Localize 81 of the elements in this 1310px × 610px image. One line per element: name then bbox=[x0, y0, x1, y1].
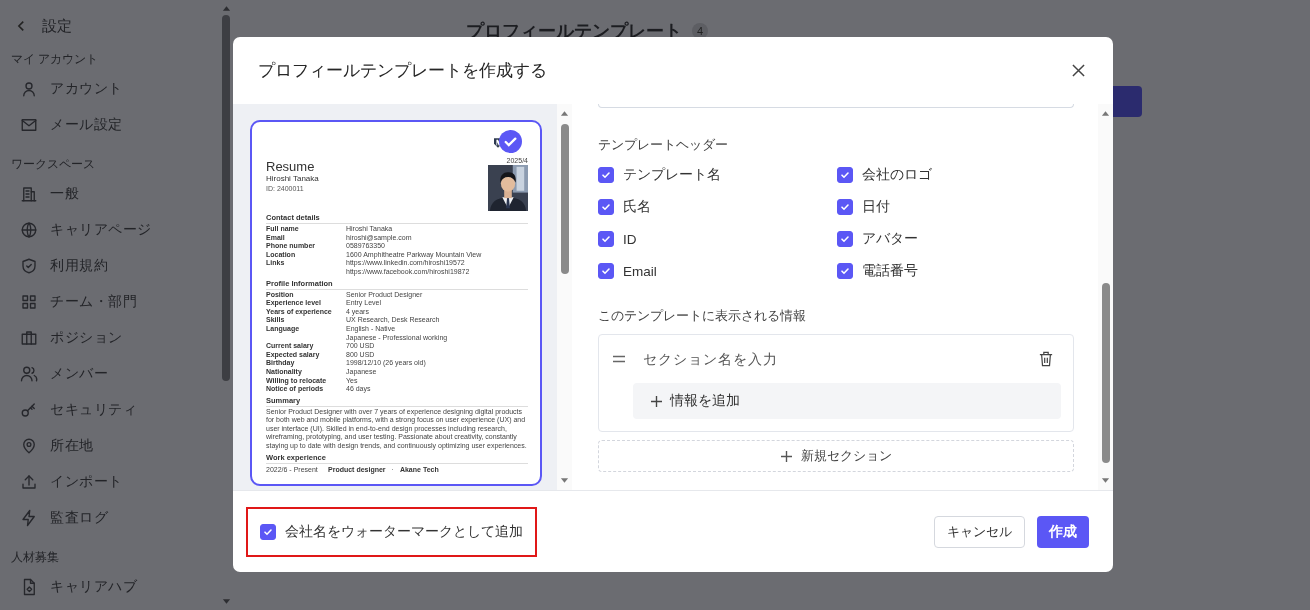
section-name-field[interactable]: セクション名を入力 bbox=[643, 351, 1021, 367]
sidebar-item[interactable]: チーム・部門 bbox=[0, 284, 232, 320]
checkbox[interactable] bbox=[837, 263, 853, 279]
checkbox[interactable] bbox=[598, 263, 614, 279]
checkbox-option[interactable]: 電話番号 bbox=[837, 262, 1074, 280]
sidebar-section-title: マイ アカウント bbox=[10, 51, 100, 68]
check-icon bbox=[600, 169, 612, 181]
key-icon bbox=[20, 401, 38, 419]
scrollbar-thumb[interactable] bbox=[561, 124, 569, 274]
briefcase-icon bbox=[20, 329, 38, 347]
checkbox-option[interactable]: Email bbox=[598, 262, 837, 280]
building-icon bbox=[20, 185, 38, 203]
upload-icon bbox=[20, 473, 38, 491]
sidebar-item[interactable]: メンバー bbox=[0, 356, 232, 392]
scroll-up-icon[interactable] bbox=[221, 5, 231, 11]
sidebar-item[interactable]: セキュリティ bbox=[0, 392, 232, 428]
section-heading: テンプレートヘッダー bbox=[598, 136, 729, 154]
shield-icon bbox=[20, 257, 38, 275]
check-icon bbox=[600, 233, 612, 245]
checkbox-option[interactable]: ID bbox=[598, 230, 837, 248]
globe-icon bbox=[20, 221, 38, 239]
scroll-up-icon[interactable] bbox=[1101, 110, 1110, 116]
sidebar-item[interactable]: キャリアハブ bbox=[0, 569, 232, 605]
plus-icon bbox=[651, 395, 662, 407]
checkbox[interactable] bbox=[260, 523, 276, 540]
sidebar-item[interactable]: 所在地 bbox=[0, 428, 232, 464]
logo-icon bbox=[494, 138, 502, 148]
watermark-checkbox-option[interactable]: 会社名をウォーターマークとして追加 bbox=[260, 522, 523, 541]
back-icon[interactable] bbox=[17, 19, 26, 33]
sidebar-item[interactable]: キャリアページ bbox=[0, 212, 232, 248]
close-icon[interactable] bbox=[1072, 64, 1085, 77]
sidebar-item[interactable]: 監査ログ bbox=[0, 500, 232, 536]
scroll-down-icon[interactable] bbox=[1101, 478, 1110, 484]
checkbox[interactable] bbox=[598, 167, 614, 183]
sidebar-item[interactable]: インポート bbox=[0, 464, 232, 500]
check-icon bbox=[839, 265, 851, 277]
check-icon bbox=[839, 233, 851, 245]
cancel-button[interactable]: キャンセル bbox=[934, 515, 1025, 548]
scrollbar-thumb[interactable] bbox=[1102, 283, 1110, 463]
check-icon bbox=[839, 169, 851, 181]
sidebar-item[interactable]: アカウント bbox=[0, 71, 232, 107]
dialog-title: プロフィールテンプレートを作成する bbox=[258, 60, 547, 82]
sidebar-item[interactable]: メール設定 bbox=[0, 107, 232, 143]
scroll-up-icon[interactable] bbox=[560, 110, 569, 116]
create-button[interactable]: 作成 bbox=[1037, 515, 1089, 548]
user-icon bbox=[20, 80, 38, 98]
mail-icon bbox=[20, 116, 38, 134]
checkbox[interactable] bbox=[598, 199, 614, 215]
candidate-name: Hiroshi Tanaka bbox=[266, 174, 319, 184]
add-info-button[interactable]: 情報を追加 bbox=[633, 383, 1061, 419]
lightning-icon bbox=[20, 509, 38, 527]
check-icon bbox=[839, 201, 851, 213]
plus-icon bbox=[780, 450, 792, 462]
trash-icon[interactable] bbox=[1039, 351, 1053, 367]
checkbox-option[interactable]: 日付 bbox=[837, 198, 1074, 216]
checkbox[interactable] bbox=[837, 199, 853, 215]
scroll-down-icon[interactable] bbox=[560, 478, 569, 484]
section-heading: このテンプレートに表示される情報 bbox=[598, 307, 807, 325]
sidebar-item[interactable]: 利用規約 bbox=[0, 248, 232, 284]
drag-handle-icon[interactable] bbox=[613, 355, 625, 363]
checkbox-option[interactable]: 会社のロゴ bbox=[837, 166, 1074, 184]
sidebar-section-title: ワークスペース bbox=[10, 156, 96, 173]
checkbox-option[interactable]: アバター bbox=[837, 230, 1074, 248]
grid-icon bbox=[20, 293, 38, 311]
sidebar-item[interactable]: 一般 bbox=[0, 176, 232, 212]
checkbox[interactable] bbox=[837, 231, 853, 247]
check-circle-icon bbox=[499, 130, 522, 153]
people-icon bbox=[20, 365, 38, 383]
scrollbar-thumb[interactable] bbox=[222, 15, 230, 381]
new-section-button[interactable]: 新規セクション bbox=[598, 440, 1074, 472]
check-icon bbox=[600, 201, 612, 213]
location-pin-icon bbox=[20, 437, 38, 455]
checkbox-option[interactable]: 氏名 bbox=[598, 198, 837, 216]
sidebar-section-title: 人材募集 bbox=[10, 549, 60, 566]
resume-title: Resume bbox=[266, 160, 316, 174]
scroll-down-icon[interactable] bbox=[221, 599, 231, 605]
checkbox-option[interactable]: テンプレート名 bbox=[598, 166, 837, 184]
sidebar-title: 設定 bbox=[42, 16, 72, 36]
checkbox[interactable] bbox=[837, 167, 853, 183]
check-icon bbox=[600, 265, 612, 277]
checkbox[interactable] bbox=[598, 231, 614, 247]
